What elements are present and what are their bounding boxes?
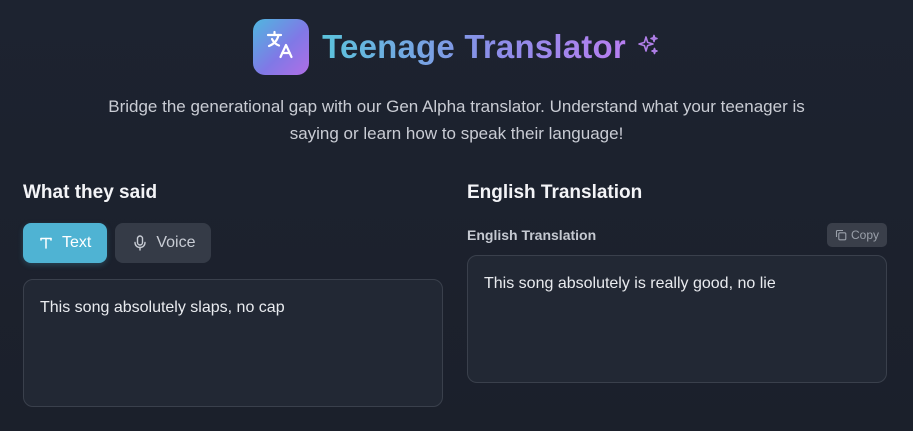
microphone-icon xyxy=(133,235,147,251)
copy-button[interactable]: Copy xyxy=(826,223,887,247)
app-header: Teenage Translator xyxy=(0,19,913,75)
voice-mode-label: Voice xyxy=(156,234,196,251)
copy-icon xyxy=(835,229,847,241)
copy-label: Copy xyxy=(850,228,879,242)
text-icon xyxy=(39,236,53,250)
translation-output: This song absolutely is really good, no … xyxy=(467,255,887,383)
sparkles-icon xyxy=(636,33,660,57)
translate-icon xyxy=(264,28,298,67)
app-page: Teenage Translator Bridge the generation… xyxy=(0,0,913,431)
text-mode-label: Text xyxy=(62,234,92,251)
voice-mode-button[interactable]: Voice xyxy=(115,223,212,263)
app-title: Teenage Translator xyxy=(322,19,626,75)
page-subtitle: Bridge the generational gap with our Gen… xyxy=(108,97,805,143)
input-section-title: What they said xyxy=(23,182,158,203)
output-section-title: English Translation xyxy=(467,182,643,203)
output-header: English Translation Copy xyxy=(467,223,887,247)
slang-input[interactable]: This song absolutely slaps, no cap xyxy=(23,279,443,407)
logo xyxy=(253,19,310,75)
output-panel: English Translation English Translation … xyxy=(467,181,887,383)
output-label: English Translation xyxy=(467,227,597,243)
input-panel: What they said Text Voice This song abso… xyxy=(23,181,443,407)
text-mode-button[interactable]: Text xyxy=(23,223,108,263)
input-mode-toggle: Text Voice xyxy=(23,223,443,263)
